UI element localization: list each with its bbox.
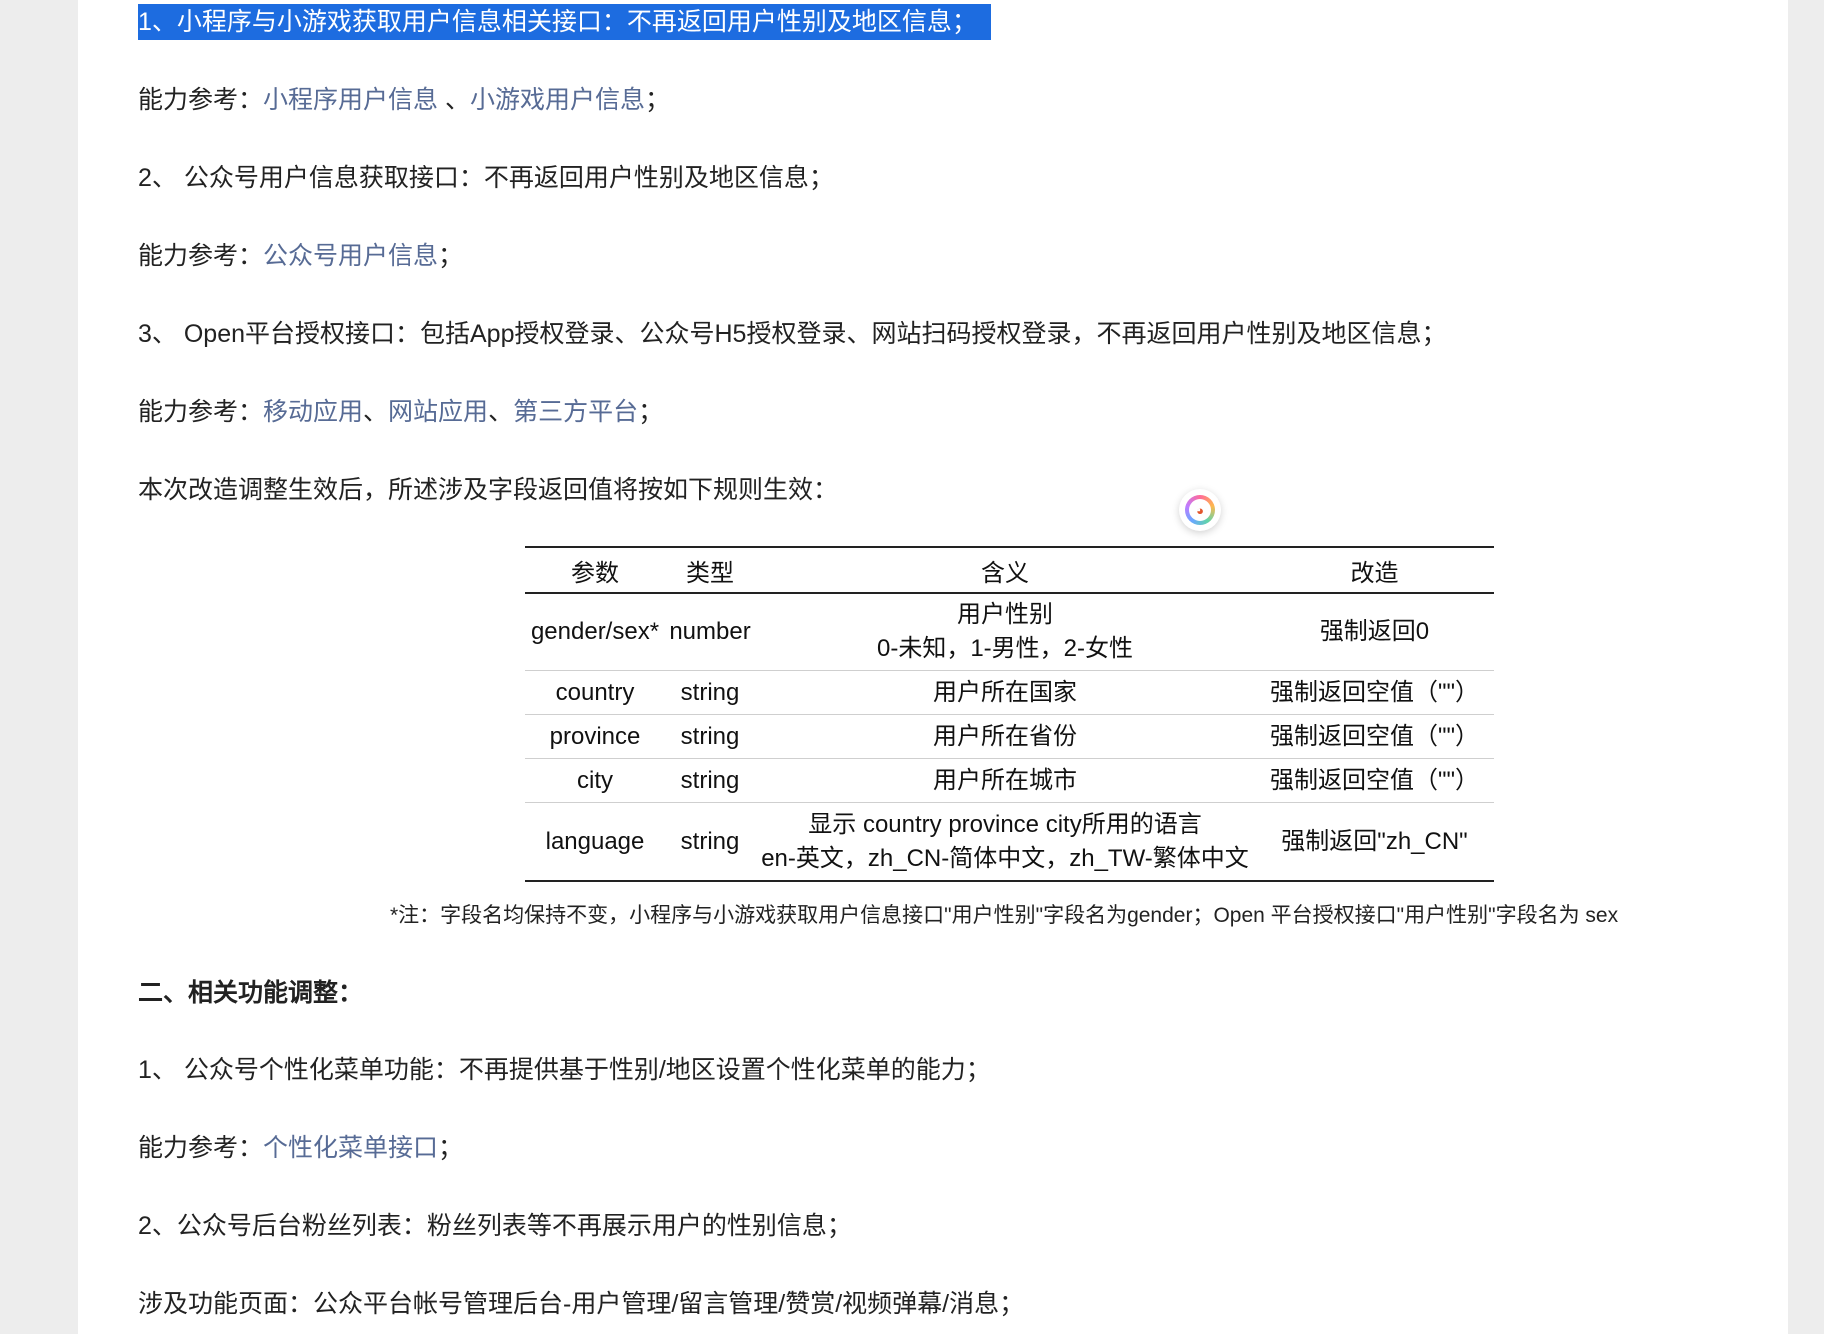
cell-change: 强制返回0 (1255, 593, 1494, 671)
cell-param: gender/sex* (525, 593, 665, 671)
item-personalized-menu: 1、 公众号个性化菜单功能：不再提供基于性别/地区设置个性化菜单的能力； (138, 1056, 991, 1084)
link-miniprogram-userinfo[interactable]: 小程序用户信息 (263, 86, 438, 114)
reference-label: 能力参考： (138, 1134, 264, 1162)
link-minigame-userinfo[interactable]: 小游戏用户信息 (470, 86, 645, 114)
table-row: country string 用户所在国家 强制返回空值（""） (525, 670, 1494, 715)
cell-change: 强制返回空值（""） (1255, 758, 1494, 803)
separator: 、 (363, 398, 389, 426)
separator: 、 (488, 398, 514, 426)
reference-line-2: 能力参考：公众号用户信息； (138, 240, 463, 272)
punctuation: ； (438, 242, 464, 270)
header-meaning: 含义 (755, 546, 1255, 594)
item-open-platform-interface: 3、 Open平台授权接口：包括App授权登录、公众号H5授权登录、网站扫码授权… (138, 320, 1447, 348)
meaning-line-1: 显示 country province city所用的语言 (808, 810, 1202, 838)
assistant-face-icon: ◕ (1189, 499, 1211, 521)
cell-change: 强制返回空值（""） (1255, 714, 1494, 759)
cell-meaning: 显示 country province city所用的语言 en-英文，zh_C… (755, 802, 1255, 882)
section-2-title: 二、相关功能调整： (138, 979, 364, 1007)
link-personalized-menu-api[interactable]: 个性化菜单接口 (263, 1134, 438, 1162)
table-row: gender/sex* number 用户性别 0-未知，1-男性，2-女性 强… (525, 593, 1494, 671)
cell-param: province (525, 714, 665, 759)
cell-type: string (665, 758, 755, 803)
cell-type: string (665, 802, 755, 882)
table-row: province string 用户所在省份 强制返回空值（""） (525, 714, 1494, 759)
punctuation: ； (645, 86, 671, 114)
separator: 、 (438, 86, 470, 114)
cell-meaning: 用户性别 0-未知，1-男性，2-女性 (755, 593, 1255, 671)
header-param: 参数 (525, 546, 665, 594)
cell-change: 强制返回空值（""） (1255, 670, 1494, 715)
reference-line-1: 能力参考：小程序用户信息 、小游戏用户信息； (138, 84, 670, 116)
cell-meaning: 用户所在城市 (755, 758, 1255, 803)
selected-text-highlight[interactable]: 1、小程序与小游戏获取用户信息相关接口：不再返回用户性别及地区信息； (138, 4, 991, 40)
assistant-bubble-icon[interactable]: ◕ (1179, 489, 1221, 531)
table-footnote: *注：字段名均保持不变，小程序与小游戏获取用户信息接口"用户性别"字段名为gen… (390, 904, 1619, 927)
table-row: city string 用户所在城市 强制返回空值（""） (525, 758, 1494, 803)
item-fan-list: 2、公众号后台粉丝列表：粉丝列表等不再展示用户的性别信息； (138, 1212, 852, 1240)
reference-label: 能力参考： (138, 242, 264, 270)
item-official-account-interface: 2、 公众号用户信息获取接口：不再返回用户性别及地区信息； (138, 164, 834, 192)
cell-type: string (665, 670, 755, 715)
link-website-app[interactable]: 网站应用 (388, 398, 488, 426)
reference-line-3: 能力参考：移动应用、网站应用、第三方平台； (138, 396, 663, 428)
cell-param: city (525, 758, 665, 803)
cell-type: string (665, 714, 755, 759)
item-miniprogram-interface: 1、小程序与小游戏获取用户信息相关接口：不再返回用户性别及地区信息； (138, 4, 991, 40)
link-official-account-userinfo[interactable]: 公众号用户信息 (263, 242, 438, 270)
punctuation: ； (438, 1134, 464, 1162)
assistant-ring: ◕ (1185, 495, 1215, 525)
meaning-line-1: 用户性别 (957, 601, 1053, 628)
link-third-party-platform[interactable]: 第三方平台 (513, 398, 638, 426)
cell-param: country (525, 670, 665, 715)
field-change-table: 参数 类型 含义 改造 gender/sex* number 用户性别 0-未知… (525, 546, 1494, 882)
reference-line-4: 能力参考：个性化菜单接口； (138, 1132, 463, 1164)
cell-meaning: 用户所在省份 (755, 714, 1255, 759)
link-mobile-app[interactable]: 移动应用 (263, 398, 363, 426)
meaning-line-2: 0-未知，1-男性，2-女性 (876, 635, 1134, 662)
table-row: language string 显示 country province city… (525, 802, 1494, 882)
cell-type: number (665, 593, 755, 671)
cell-param: language (525, 802, 665, 882)
header-type: 类型 (665, 546, 755, 594)
cell-change: 强制返回"zh_CN" (1255, 802, 1494, 882)
article-page: 1、小程序与小游戏获取用户信息相关接口：不再返回用户性别及地区信息； 能力参考：… (78, 0, 1788, 1334)
punctuation: ； (638, 398, 664, 426)
rule-intro: 本次改造调整生效后，所述涉及字段返回值将按如下规则生效： (138, 476, 839, 504)
reference-label: 能力参考： (138, 398, 264, 426)
cell-meaning: 用户所在国家 (755, 670, 1255, 715)
affected-pages: 涉及功能页面：公众平台帐号管理后台-用户管理/留言管理/赞赏/视频弹幕/消息； (138, 1290, 1025, 1318)
meaning-line-2: en-英文，zh_CN-简体中文，zh_TW-繁体中文 (761, 844, 1249, 872)
table-header-row: 参数 类型 含义 改造 (525, 546, 1494, 594)
header-change: 改造 (1255, 546, 1494, 594)
reference-label: 能力参考： (138, 86, 264, 114)
